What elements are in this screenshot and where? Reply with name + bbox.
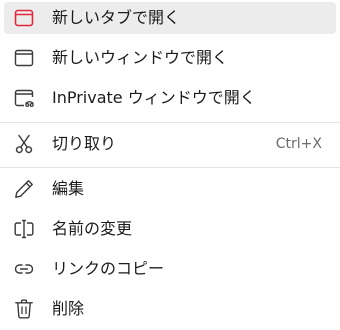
menu-item-edit[interactable]: 編集	[4, 173, 336, 205]
menu-separator	[0, 167, 340, 168]
menu-item-label: 名前の変更	[52, 219, 133, 238]
menu-item-cut[interactable]: 切り取り Ctrl+X	[4, 128, 336, 160]
menu-item-label: 新しいウィンドウで開く	[52, 48, 229, 67]
menu-item-label: InPrivate ウィンドウで開く	[52, 88, 256, 107]
shortcut-hint: Ctrl+X	[275, 136, 322, 152]
link-icon	[14, 264, 34, 274]
menu-item-copy-link[interactable]: リンクのコピー	[4, 253, 336, 285]
pencil-icon	[15, 180, 33, 198]
inprivate-window-icon	[14, 89, 34, 108]
menu-item-open-new-tab[interactable]: 新しいタブで開く	[4, 2, 336, 34]
menu-item-open-new-window[interactable]: 新しいウィンドウで開く	[4, 42, 336, 74]
menu-separator	[0, 122, 340, 123]
menu-item-open-inprivate-window[interactable]: InPrivate ウィンドウで開く	[4, 82, 336, 114]
menu-item-label: 削除	[52, 299, 85, 318]
new-tab-icon	[14, 9, 34, 27]
menu-item-label: 切り取り	[52, 134, 117, 153]
menu-item-label: 編集	[52, 179, 85, 198]
rename-icon	[14, 219, 34, 239]
menu-item-label: リンクのコピー	[52, 259, 165, 278]
new-window-icon	[14, 49, 34, 67]
trash-icon	[15, 299, 33, 319]
menu-item-delete[interactable]: 削除	[4, 293, 336, 325]
scissors-icon	[15, 134, 33, 154]
context-menu: 新しいタブで開く 新しいウィンドウで開く InPrivate ウィンドウで開く …	[0, 0, 340, 330]
menu-item-rename[interactable]: 名前の変更	[4, 213, 336, 245]
menu-item-label: 新しいタブで開く	[52, 8, 181, 27]
